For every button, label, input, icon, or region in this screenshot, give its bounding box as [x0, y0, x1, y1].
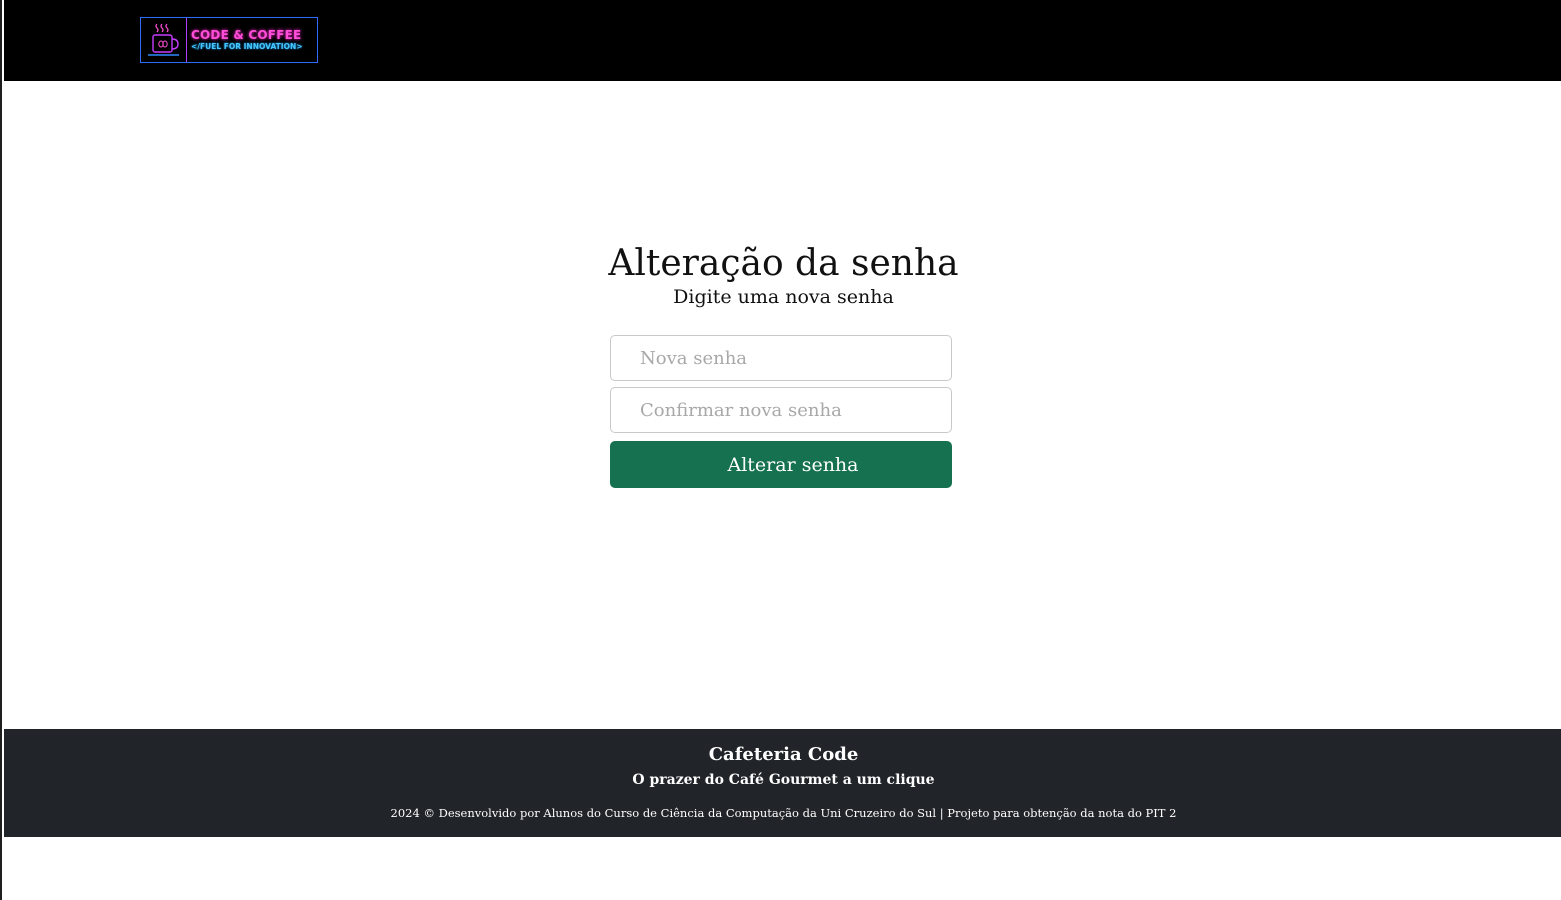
change-password-button[interactable]: Alterar senha — [610, 441, 952, 488]
confirm-password-field[interactable] — [610, 387, 952, 433]
footer-copyright: 2024 © Desenvolvido por Alunos do Curso … — [390, 806, 1177, 820]
page-bottom-blank — [4, 837, 1561, 900]
brand-text: CODE & COFFEE </FUEL FOR INNOVATION> — [187, 18, 317, 62]
page-title: Alteração da senha — [608, 243, 959, 284]
footer-tagline: O prazer do Café Gourmet a um clique — [632, 772, 935, 788]
page-subtitle: Digite uma nova senha — [673, 286, 894, 308]
coffee-cup-icon — [141, 18, 187, 62]
brand-logo[interactable]: CODE & COFFEE </FUEL FOR INNOVATION> — [140, 17, 318, 63]
page: CODE & COFFEE </FUEL FOR INNOVATION> Alt… — [0, 0, 1561, 900]
footer-title: Cafeteria Code — [708, 744, 859, 765]
new-password-field[interactable] — [610, 335, 952, 381]
brand-title: CODE & COFFEE — [191, 28, 302, 42]
footer: Cafeteria Code O prazer do Café Gourmet … — [4, 729, 1561, 837]
navbar: CODE & COFFEE </FUEL FOR INNOVATION> — [4, 0, 1561, 81]
main-content: Alteração da senha Digite uma nova senha… — [4, 81, 1561, 729]
brand-tagline: </FUEL FOR INNOVATION> — [191, 42, 303, 51]
